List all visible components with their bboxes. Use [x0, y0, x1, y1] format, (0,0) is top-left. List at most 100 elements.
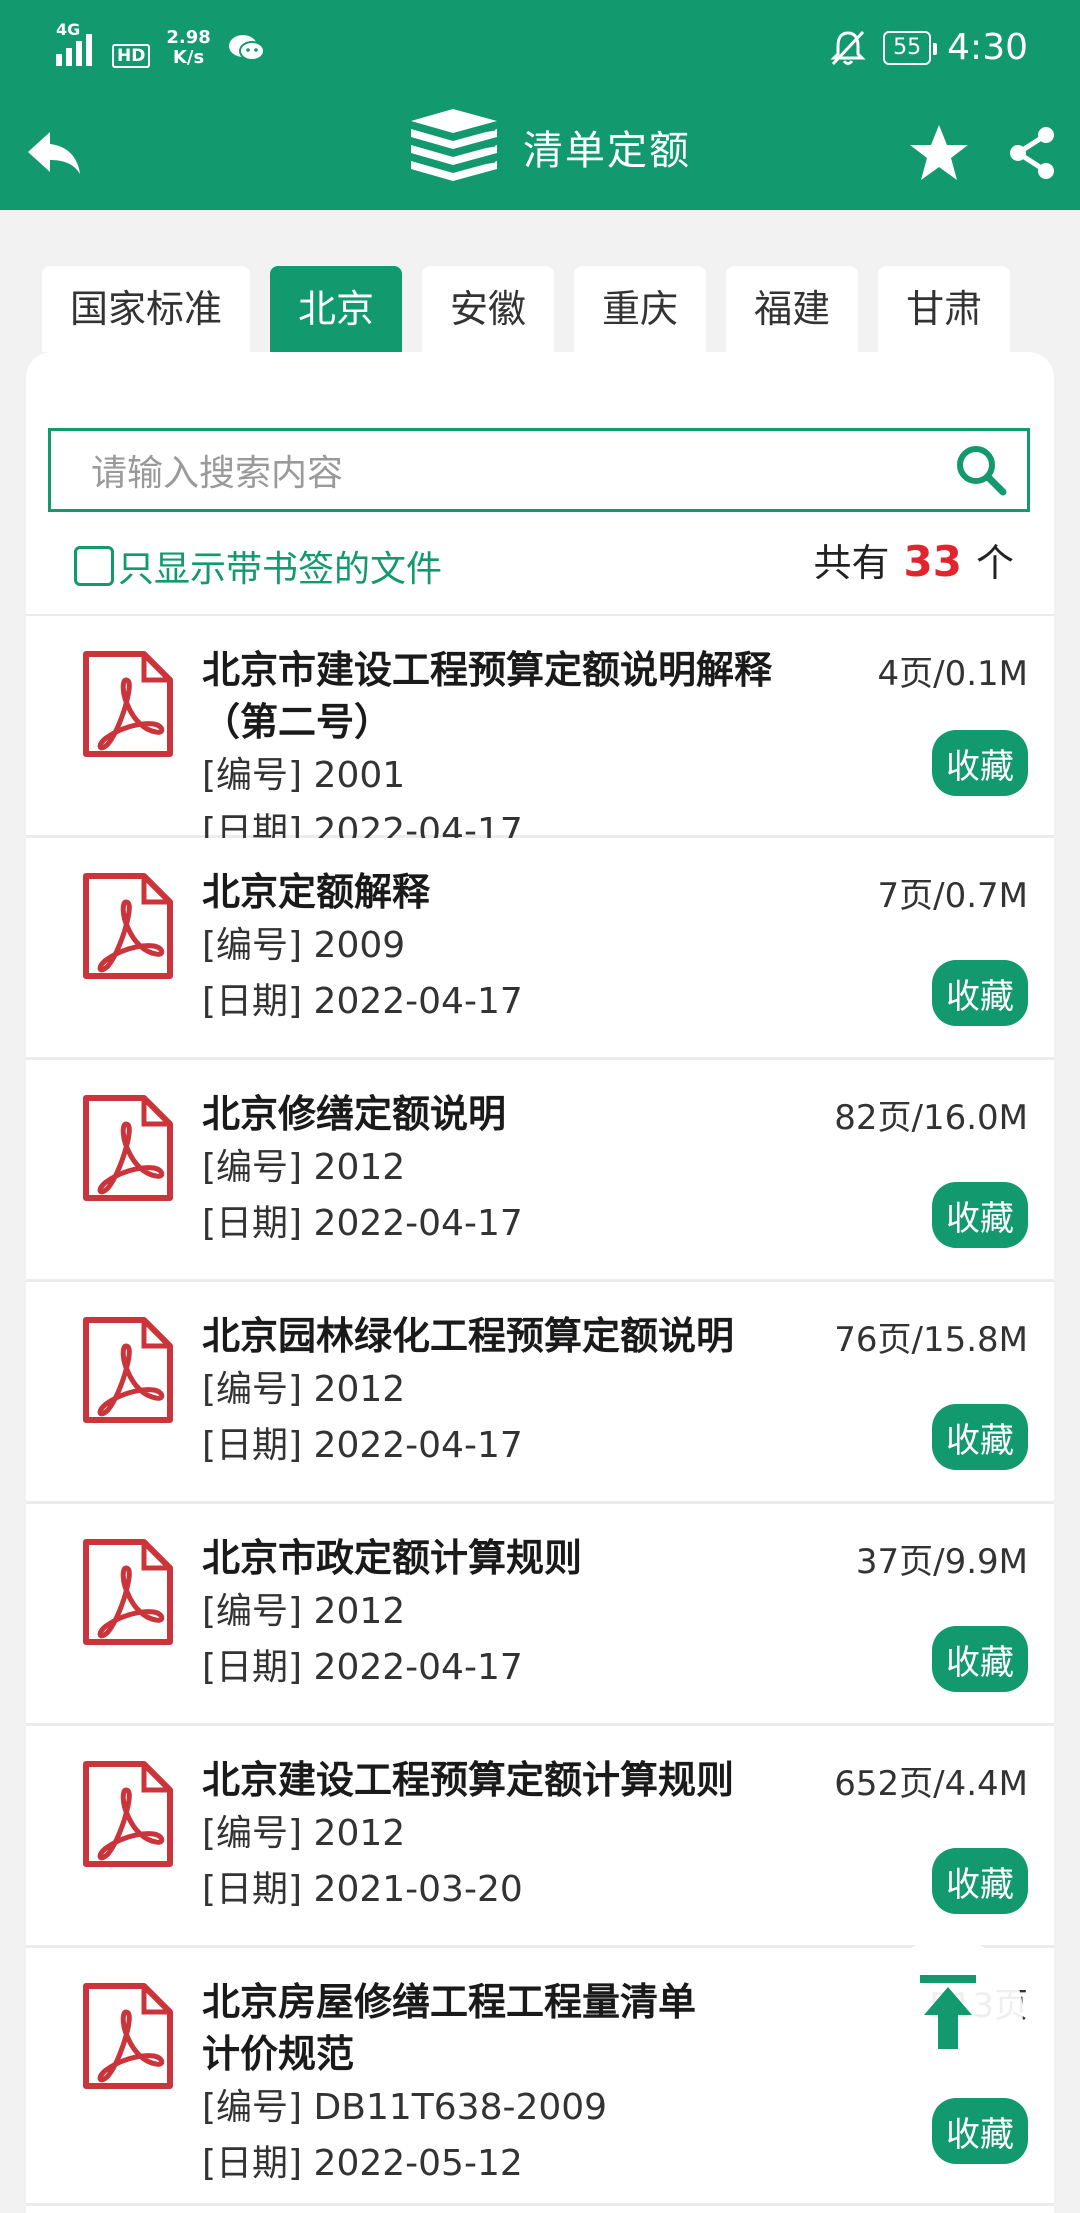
date-value: 2022-05-12: [313, 2143, 523, 2184]
code-value: 2012: [313, 1369, 406, 1410]
share-icon[interactable]: [1008, 125, 1056, 181]
code-label: [编号]: [202, 2087, 303, 2128]
item-size: 37页/9.9M: [855, 1542, 1028, 1582]
item-date: [日期] 2021-03-20: [202, 1862, 734, 1918]
tab-region[interactable]: 安徽: [422, 266, 555, 352]
item-title: 北京房屋修缮工程工程量清单: [202, 1980, 697, 2024]
item-title: 北京市建设工程预算定额说明解释: [202, 648, 773, 692]
item-date: [日期] 2022-04-17: [202, 1640, 582, 1696]
list-item[interactable]: 北京园林绿化工程预算定额说明 [编号] 2012 [日期] 2022-04-17 76…: [26, 1282, 1054, 1504]
list-item[interactable]: 北京市建设工程预算定额说明解释 （第二号） [编号] 2001 [日期] 2022-0…: [26, 616, 1054, 852]
date-label: [日期]: [202, 1869, 303, 1910]
code-label: [编号]: [202, 755, 303, 796]
item-title: 北京修缮定额说明: [202, 1092, 507, 1136]
tab-region[interactable]: 重庆: [574, 266, 707, 352]
signal-icon: 4G: [56, 20, 92, 66]
wechat-icon: [228, 34, 265, 61]
tab-region[interactable]: 北京: [270, 266, 403, 352]
item-info: 北京市政定额计算规则 [编号] 2012 [日期] 2022-04-17: [202, 1532, 582, 1696]
bookmark-filter-label: 只显示带书签的文件: [118, 549, 443, 590]
item-info: 北京房屋修缮工程工程量清单 计价规范 [编号] DB11T638-2009 [日期] …: [202, 1976, 696, 2192]
favorite-button[interactable]: 收藏: [932, 1404, 1028, 1470]
back-arrow-icon[interactable]: [24, 128, 84, 178]
pdf-icon: [82, 1760, 174, 1868]
item-code: [编号] DB11T638-2009: [202, 2080, 696, 2136]
pdf-icon: [82, 1316, 174, 1424]
code-value: DB11T638-2009: [313, 2087, 608, 2128]
hd-badge: HD: [112, 43, 151, 68]
item-title: 北京园林绿化工程预算定额说明: [202, 1314, 735, 1358]
favorite-button[interactable]: 收藏: [932, 1626, 1028, 1692]
item-title: 北京定额解释: [202, 870, 431, 914]
search-icon[interactable]: [953, 442, 1009, 498]
count-suffix: 个: [975, 541, 1014, 585]
count-prefix: 共有: [813, 541, 890, 585]
item-code: [编号] 2012: [202, 1362, 734, 1418]
network-type: 4G: [56, 19, 81, 39]
code-label: [编号]: [202, 1147, 303, 1188]
item-code: [编号] 2012: [202, 1584, 582, 1640]
list-item[interactable]: 北京市政定额计算规则 [编号] 2012 [日期] 2022-04-17 37页/9.…: [26, 1504, 1054, 1726]
clock: 4:30: [947, 27, 1028, 68]
list-item[interactable]: 北京修缮定额说明 [编号] 2012 [日期] 2022-04-17 82页/16.0…: [26, 1060, 1054, 1282]
item-info: 北京修缮定额说明 [编号] 2012 [日期] 2022-04-17: [202, 1088, 523, 1252]
bookmark-filter[interactable]: 只显示带书签的文件: [74, 540, 442, 592]
bookmark-checkbox[interactable]: [74, 546, 114, 586]
star-icon[interactable]: [908, 123, 970, 183]
top-bar: 4G HD 2.98 K/s 55 4:30 清单定额: [0, 0, 1080, 210]
code-value: 2001: [313, 755, 406, 796]
item-size: 82页/16.0M: [834, 1098, 1028, 1138]
favorite-button[interactable]: 收藏: [932, 1182, 1028, 1248]
item-code: [编号] 2012: [202, 1806, 734, 1862]
date-value: 2021-03-20: [313, 1869, 523, 1910]
battery-indicator: 55: [883, 30, 938, 65]
code-value: 2012: [313, 1147, 406, 1188]
date-label: [日期]: [202, 1647, 303, 1688]
date-value: 2022-04-17: [313, 1203, 523, 1244]
code-label: [编号]: [202, 1591, 303, 1632]
page-title: 清单定额: [523, 128, 691, 174]
date-label: [日期]: [202, 1203, 303, 1244]
arrow-up-to-top-icon: [920, 1975, 976, 2049]
date-value: 2022-04-17: [313, 1647, 523, 1688]
status-bar: 4G HD 2.98 K/s 55 4:30: [0, 0, 1080, 95]
pdf-icon: [82, 1538, 174, 1646]
pdf-icon: [82, 1094, 174, 1202]
search-input[interactable]: 请输入搜索内容: [48, 428, 1030, 512]
item-size: 76页/15.8M: [834, 1320, 1028, 1360]
code-value: 2012: [313, 1591, 406, 1632]
app-bar: 清单定额: [0, 95, 1080, 210]
item-size: 652页/4.4M: [834, 1764, 1028, 1804]
count-value: 33: [903, 537, 962, 586]
code-label: [编号]: [202, 1369, 303, 1410]
tab-region[interactable]: 福建: [726, 266, 859, 352]
favorite-button[interactable]: 收藏: [932, 730, 1028, 796]
region-tabs: 国家标准 北京 安徽 重庆 福建 甘肃: [42, 266, 1038, 352]
favorite-button[interactable]: 收藏: [932, 2098, 1028, 2164]
back-to-top-button[interactable]: [873, 1938, 1023, 2088]
tab-region[interactable]: 国家标准: [42, 266, 251, 352]
title-area: 清单定额: [405, 107, 691, 187]
item-date: [日期] 2022-05-12: [202, 2136, 696, 2192]
mute-bell-icon: [830, 30, 866, 65]
item-date: [日期] 2022-04-17: [202, 974, 523, 1030]
date-label: [日期]: [202, 981, 303, 1022]
item-date: [日期] 2022-04-17: [202, 1418, 734, 1474]
date-value: 2022-04-17: [313, 1425, 523, 1466]
list-item[interactable]: 北京定额解释 [编号] 2009 [日期] 2022-04-17 7页/0.7M 收藏: [26, 838, 1054, 1060]
pdf-icon: [82, 872, 174, 980]
favorite-button[interactable]: 收藏: [932, 960, 1028, 1026]
tab-region[interactable]: 甘肃: [878, 266, 1011, 352]
pdf-icon: [82, 1982, 174, 2090]
item-info: 北京定额解释 [编号] 2009 [日期] 2022-04-17: [202, 866, 523, 1030]
item-size: 7页/0.7M: [877, 876, 1029, 916]
favorite-button[interactable]: 收藏: [932, 1848, 1028, 1914]
date-label: [日期]: [202, 2143, 303, 2184]
network-speed: 2.98 K/s: [166, 27, 210, 68]
speed-unit: K/s: [172, 46, 205, 68]
result-count: 共有 33 个: [814, 532, 1014, 587]
list-item[interactable]: 北京建设工程预算定额计算规则 [编号] 2012 [日期] 2021-03-20 65…: [26, 1726, 1054, 1948]
item-info: 北京市建设工程预算定额说明解释 （第二号） [编号] 2001 [日期] 2022-0…: [202, 644, 772, 860]
item-info: 北京建设工程预算定额计算规则 [编号] 2012 [日期] 2021-03-20: [202, 1754, 734, 1918]
item-title-continued: （第二号）: [202, 700, 393, 744]
